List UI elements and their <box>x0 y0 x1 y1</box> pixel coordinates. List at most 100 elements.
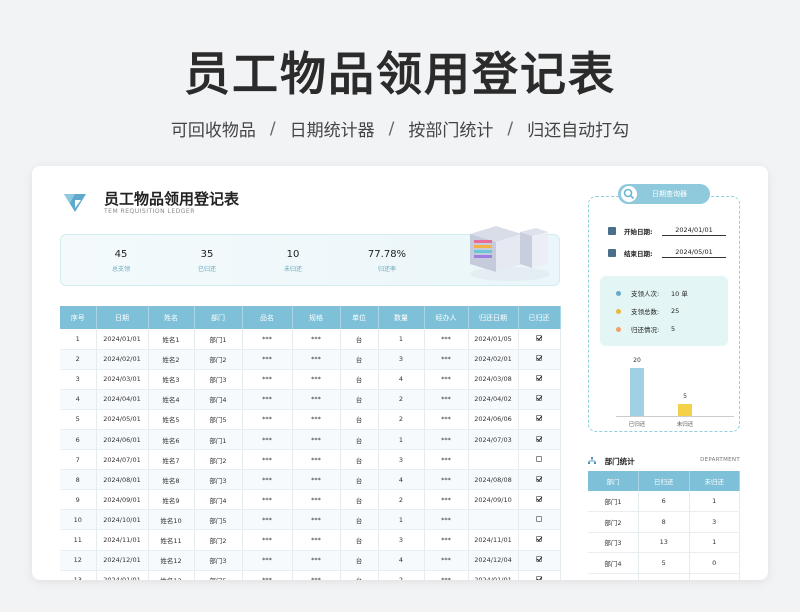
cell-return-date[interactable]: 2024/11/01 <box>468 529 519 551</box>
cell-date[interactable]: 2024/07/01 <box>96 449 149 471</box>
cell-date[interactable]: 2024/02/01 <box>96 349 149 370</box>
cell-no[interactable]: 6 <box>60 429 97 451</box>
checked-checkbox-icon[interactable] <box>536 475 542 482</box>
cell-dept[interactable]: 部门4 <box>194 389 243 410</box>
header-cell[interactable]: 序号 <box>60 306 97 329</box>
cell-dept[interactable]: 部门2 <box>194 529 243 551</box>
cell-qty[interactable]: 3 <box>378 449 425 471</box>
cell-date[interactable]: 2024/08/01 <box>96 469 149 491</box>
cell-dept[interactable]: 部门5 <box>194 570 243 580</box>
header-cell[interactable]: 已归还 <box>638 471 690 491</box>
cell-handler[interactable]: *** <box>424 349 469 370</box>
cell-dept[interactable]: 部门4 <box>588 552 639 574</box>
cell-name[interactable]: 姓名3 <box>148 369 195 390</box>
cell-item[interactable]: *** <box>242 489 293 511</box>
cell-spec[interactable]: *** <box>292 469 341 491</box>
cell-spec[interactable]: *** <box>292 509 341 531</box>
cell-qty[interactable]: 2 <box>378 489 425 511</box>
cell-no[interactable]: 4 <box>60 389 97 410</box>
cell-qty[interactable]: 2 <box>378 409 425 430</box>
cell-no[interactable]: 10 <box>60 509 97 531</box>
header-cell[interactable]: 数量 <box>378 306 425 329</box>
cell-no[interactable]: 7 <box>60 449 97 471</box>
cell-item[interactable]: *** <box>242 449 293 471</box>
cell-dept[interactable]: 部门4 <box>194 489 243 511</box>
cell-unreturned[interactable]: 5 <box>689 573 740 580</box>
cell-unit[interactable]: 台 <box>340 550 379 571</box>
cell-handler[interactable]: *** <box>424 509 469 531</box>
checked-checkbox-icon[interactable] <box>536 415 542 422</box>
cell-spec[interactable]: *** <box>292 489 341 511</box>
cell-no[interactable]: 2 <box>60 349 97 370</box>
cell-name[interactable]: 姓名4 <box>148 389 195 410</box>
cell-dept[interactable]: 部门3 <box>194 550 243 571</box>
table-row[interactable]: 1 2024/01/01 姓名1 部门1 *** *** 台 1 *** 2024/01/05 <box>60 329 561 350</box>
checked-checkbox-icon[interactable] <box>536 576 542 580</box>
cell-item[interactable]: *** <box>242 409 293 430</box>
cell-spec[interactable]: *** <box>292 389 341 410</box>
cell-qty[interactable]: 1 <box>378 329 425 350</box>
returned-checkbox-cell[interactable] <box>518 409 561 430</box>
cell-handler[interactable]: *** <box>424 329 469 350</box>
cell-item[interactable]: *** <box>242 329 293 350</box>
cell-date[interactable]: 2024/10/01 <box>96 509 149 531</box>
returned-checkbox-cell[interactable] <box>518 489 561 511</box>
returned-checkbox-cell[interactable] <box>518 389 561 410</box>
cell-return-date[interactable]: 2024/03/08 <box>468 369 519 390</box>
table-row[interactable]: 部门3 13 1 <box>588 532 740 553</box>
cell-dept[interactable]: 部门3 <box>194 469 243 491</box>
cell-dept[interactable]: 部门3 <box>588 532 639 553</box>
search-icon[interactable] <box>621 186 637 202</box>
table-row[interactable]: 12 2024/12/01 姓名12 部门3 *** *** 台 4 *** 2024/12/04 <box>60 550 561 571</box>
cell-name[interactable]: 姓名5 <box>148 409 195 430</box>
header-cell[interactable]: 部门 <box>194 306 243 329</box>
cell-return-date[interactable]: 2024/07/03 <box>468 429 519 451</box>
header-cell[interactable]: 部门 <box>588 471 639 491</box>
cell-spec[interactable]: *** <box>292 429 341 451</box>
table-row[interactable]: 部门535 <box>588 573 740 580</box>
cell-dept[interactable]: 部门3 <box>194 369 243 390</box>
cell-return-date[interactable]: 2024/12/04 <box>468 550 519 571</box>
cell-name[interactable]: 姓名6 <box>148 429 195 451</box>
cell-date[interactable]: 2024/11/01 <box>96 529 149 551</box>
cell-no[interactable]: 12 <box>60 550 97 571</box>
header-cell[interactable]: 未归还 <box>689 471 740 491</box>
table-row[interactable]: 8 2024/08/01 姓名8 部门3 *** *** 台 4 *** 2024/08/08 <box>60 469 561 491</box>
returned-checkbox-cell[interactable] <box>518 469 561 491</box>
cell-date[interactable]: 2024/05/01 <box>96 409 149 430</box>
cell-no[interactable]: 11 <box>60 529 97 551</box>
cell-unit[interactable]: 台 <box>340 489 379 511</box>
cell-return-date[interactable]: 2024/09/10 <box>468 489 519 511</box>
cell-return-date[interactable]: 2024/01/01 <box>468 570 519 580</box>
table-row[interactable]: 部门1 6 1 <box>588 491 740 512</box>
header-cell[interactable]: 经办人 <box>424 306 469 329</box>
cell-spec[interactable]: *** <box>292 449 341 471</box>
checked-checkbox-icon[interactable] <box>536 395 542 402</box>
cell-unit[interactable]: 台 <box>340 469 379 491</box>
cell-return-date[interactable] <box>468 449 519 471</box>
table-row[interactable]: 10 2024/10/01 姓名10 部门5 *** *** 台 1 *** <box>60 509 561 531</box>
checked-checkbox-icon[interactable] <box>536 334 542 341</box>
cell-no[interactable]: 3 <box>60 369 97 390</box>
cell-returned[interactable]: 5 <box>638 552 690 574</box>
cell-handler[interactable]: *** <box>424 429 469 451</box>
end-date-input[interactable]: 2024/05/01 <box>662 248 726 258</box>
checked-checkbox-icon[interactable] <box>536 535 542 542</box>
cell-no[interactable]: 8 <box>60 469 97 491</box>
returned-checkbox-cell[interactable] <box>518 509 561 531</box>
cell-return-date[interactable]: 2024/04/02 <box>468 389 519 410</box>
cell-no[interactable]: 1 <box>60 329 97 350</box>
header-cell[interactable]: 规格 <box>292 306 341 329</box>
cell-returned[interactable]: 8 <box>638 511 690 533</box>
header-cell[interactable]: 品名 <box>242 306 293 329</box>
cell-unit[interactable]: 台 <box>340 570 379 580</box>
checked-checkbox-icon[interactable] <box>536 435 542 442</box>
cell-date[interactable]: 2024/06/01 <box>96 429 149 451</box>
table-row[interactable]: 9 2024/09/01 姓名9 部门4 *** *** 台 2 *** 2024/09/10 <box>60 489 561 511</box>
cell-handler[interactable]: *** <box>424 570 469 580</box>
cell-spec[interactable]: *** <box>292 369 341 390</box>
cell-unreturned[interactable]: 0 <box>689 552 740 574</box>
cell-dept[interactable]: 部门2 <box>194 349 243 370</box>
cell-unit[interactable]: 台 <box>340 369 379 390</box>
cell-date[interactable]: 2024/09/01 <box>96 489 149 511</box>
